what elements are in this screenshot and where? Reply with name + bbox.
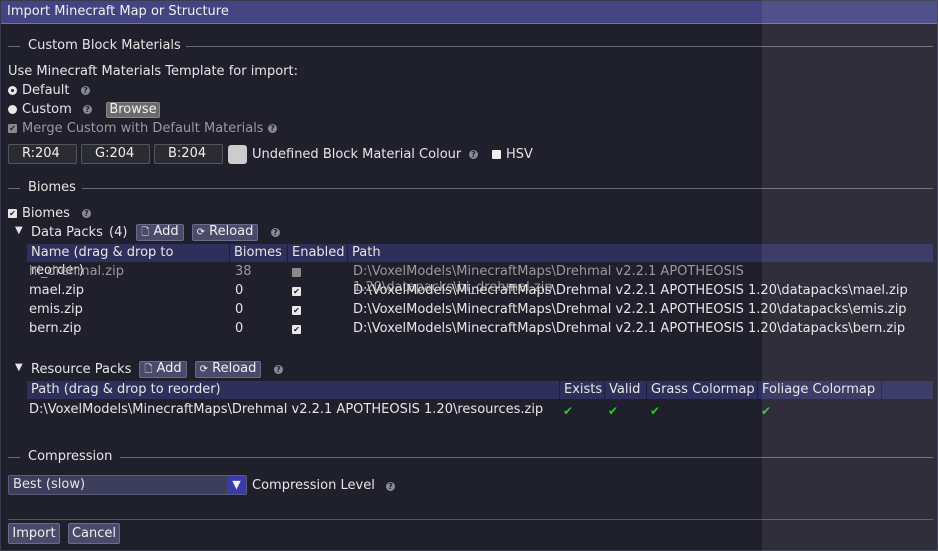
section-divider [82,188,933,189]
column-header[interactable]: Enabled [288,244,348,262]
footer-divider [8,519,933,520]
column-header[interactable]: Foliage Colormap [758,381,882,399]
section-divider [120,457,933,458]
section-divider [186,46,933,47]
column-header[interactable]: Path [348,244,933,262]
section-divider [8,46,20,47]
datapack-name: bern.zip [29,321,82,336]
column-header[interactable]: Biomes [230,244,288,262]
undefined-colour-label: Undefined Block Material Colour [252,147,462,162]
custom-radio-label[interactable]: Custom [22,102,72,117]
help-icon[interactable]: ? [274,365,283,374]
datapack-path: D:\VoxelModels\MinecraftMaps\Drehmal v2.… [353,321,906,336]
colour-swatch[interactable] [228,145,247,164]
datapacks-table-header: Name (drag & drop to reorder) Biomes Ena… [27,244,933,278]
datapacks-reload-button[interactable]: ⟳ Reload [192,224,258,241]
biomes-checkbox[interactable]: ✔ [8,209,17,218]
column-header[interactable]: Valid [605,381,647,399]
import-dialog: Import Minecraft Map or Structure Custom… [0,0,938,551]
datapack-path: D:\VoxelModels\MinecraftMaps\Drehmal v2.… [353,302,907,317]
check-icon: ✔ [650,404,661,418]
help-icon[interactable]: ? [268,124,277,133]
biomes-section-title: Biomes [28,180,76,195]
compression-level-label: Compression Level [252,478,375,493]
section-divider [8,188,20,189]
help-icon[interactable]: ? [83,105,92,114]
import-button[interactable]: Import [8,523,60,544]
datapack-biomes: 0 [235,321,244,336]
help-icon[interactable]: ? [82,209,91,218]
column-header[interactable]: Name (drag & drop to reorder) [27,244,230,278]
green-field[interactable]: G:204 [81,144,150,164]
compression-section-title: Compression [28,449,113,464]
reload-label: Reload [212,361,257,376]
check-icon: ✔ [563,404,574,418]
compression-selected: Best (slow) [13,477,86,492]
datapack-name: hi_drehmal.zip [29,264,124,279]
merge-checkbox[interactable]: ✔ [8,124,17,133]
chevron-down-icon[interactable]: ▼ [15,362,23,373]
blue-field[interactable]: B:204 [154,144,223,164]
enabled-checkbox[interactable]: ✔ [292,287,301,296]
help-icon[interactable]: ? [469,150,478,159]
datapack-biomes: 38 [235,264,252,279]
chevron-down-icon[interactable]: ▼ [227,476,246,494]
column-header[interactable]: Exists [560,381,605,399]
column-header[interactable]: Grass Colormap [647,381,758,399]
biomes-checkbox-label: Biomes [22,206,70,221]
hsv-label: HSV [506,147,533,162]
datapacks-title[interactable]: Data Packs [31,225,103,240]
resourcepacks-table-header: Path (drag & drop to reorder) Exists Val… [27,381,933,399]
add-label: Add [156,361,182,376]
column-header[interactable]: Path (drag & drop to reorder) [27,381,560,399]
check-icon: ✔ [608,404,619,418]
materials-section-title: Custom Block Materials [28,38,181,53]
title-bar[interactable]: Import Minecraft Map or Structure [1,1,937,24]
chevron-down-icon[interactable]: ▼ [15,225,23,236]
section-divider [8,457,20,458]
red-field[interactable]: R:204 [8,144,77,164]
help-icon[interactable]: ? [271,228,280,237]
resourcepacks-title[interactable]: Resource Packs [31,362,131,377]
resourcepacks-add-button[interactable]: 🗋 Add [139,361,187,378]
compression-select[interactable]: Best (slow) ▼ [8,475,247,495]
refresh-icon: ⟳ [199,364,208,375]
custom-radio[interactable] [8,105,17,114]
add-file-icon: 🗋 [141,227,150,238]
datapack-name: mael.zip [29,283,85,298]
enabled-checkbox[interactable]: ✔ [292,306,301,315]
enabled-checkbox[interactable] [292,268,301,277]
add-label: Add [153,224,179,239]
window-title: Import Minecraft Map or Structure [7,4,229,19]
refresh-icon: ⟳ [196,227,205,238]
reload-label: Reload [209,224,254,239]
default-radio[interactable] [8,86,17,95]
hsv-checkbox[interactable] [492,150,501,159]
datapack-biomes: 0 [235,302,244,317]
merge-label: Merge Custom with Default Materials [22,121,264,136]
datapacks-add-button[interactable]: 🗋 Add [136,224,184,241]
datapack-name: emis.zip [29,302,83,317]
enabled-checkbox[interactable]: ✔ [292,325,301,334]
resourcepack-path: D:\VoxelModels\MinecraftMaps\Drehmal v2.… [29,402,544,417]
help-icon[interactable]: ? [386,482,395,491]
cancel-button[interactable]: Cancel [68,523,120,544]
check-icon: ✔ [761,404,772,418]
help-icon[interactable]: ? [81,86,90,95]
datapack-path: D:\VoxelModels\MinecraftMaps\Drehmal v2.… [353,283,908,298]
template-label: Use Minecraft Materials Template for imp… [8,64,298,79]
add-file-icon: 🗋 [144,364,153,375]
datapacks-count: (4) [109,225,128,240]
browse-button[interactable]: Browse [106,102,160,118]
default-radio-label[interactable]: Default [22,83,70,98]
resourcepacks-reload-button[interactable]: ⟳ Reload [195,361,261,378]
datapack-biomes: 0 [235,283,244,298]
